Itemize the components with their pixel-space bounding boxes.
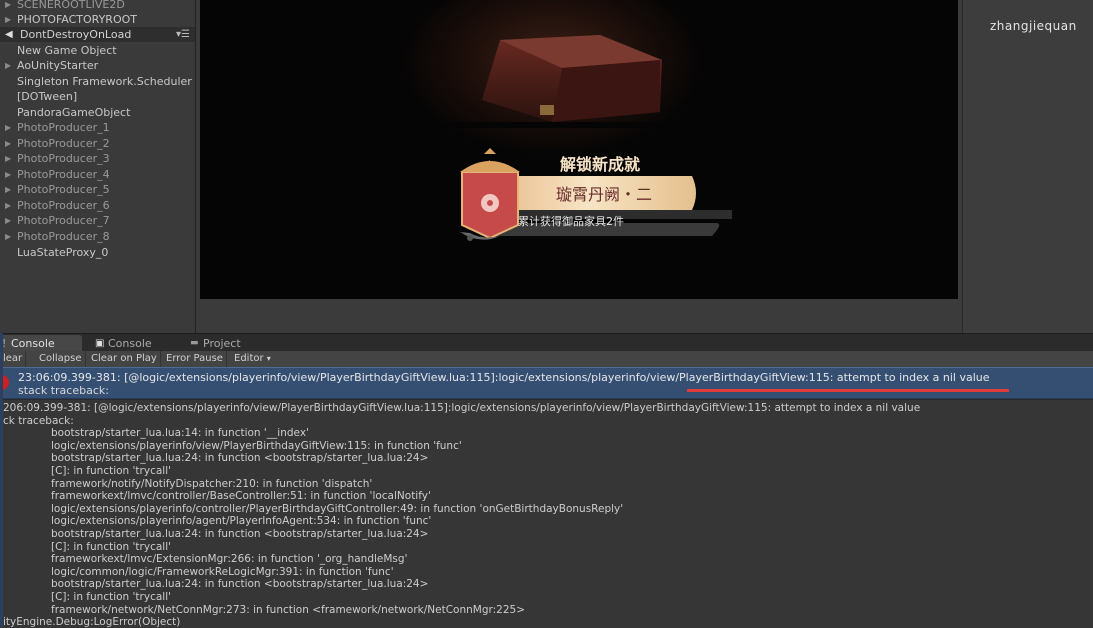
detail-line: framework/notify/NotifyDispatcher:210: i… xyxy=(51,477,373,490)
hierarchy-item-photoproducer-8[interactable]: ▶ PhotoProducer_8 xyxy=(0,229,195,244)
hierarchy-item-photoproducer-1[interactable]: ▶ PhotoProducer_1 xyxy=(0,120,195,135)
detail-line: logic/extensions/playerinfo/agent/Player… xyxy=(51,515,432,528)
hierarchy-item-label: PhotoProducer_7 xyxy=(17,214,110,227)
log-entry-message: 23:06:09.399-381: [@logic/extensions/pla… xyxy=(18,371,990,384)
hierarchy-item-label: PHOTOFACTORYROOT xyxy=(17,13,137,26)
expand-arrow-icon[interactable]: ▶ xyxy=(5,12,11,27)
scene-header[interactable]: ◀ DontDestroyOnLoad ▾☰ xyxy=(0,27,195,42)
hierarchy-item-label: PhotoProducer_5 xyxy=(17,183,110,196)
expand-arrow-icon[interactable]: ▶ xyxy=(5,213,11,228)
hierarchy-item-label: [DOTween] xyxy=(17,90,78,103)
hierarchy-item-photoproducer-7[interactable]: ▶ PhotoProducer_7 xyxy=(0,213,195,228)
hierarchy-item-label: PhotoProducer_4 xyxy=(17,168,110,181)
tab-label: Console xyxy=(11,337,55,350)
tab-console-active[interactable]: ! Console xyxy=(0,335,82,352)
window-edge xyxy=(0,333,3,627)
hierarchy-item-label: PhotoProducer_3 xyxy=(17,152,110,165)
detail-line: frameworkext/lmvc/ExtensionMgr:266: in f… xyxy=(51,553,408,566)
hierarchy-item-pandora[interactable]: PandoraGameObject xyxy=(0,105,195,120)
expand-arrow-icon[interactable]: ▶ xyxy=(5,58,11,73)
hierarchy-item-photoproducer-5[interactable]: ▶ PhotoProducer_5 xyxy=(0,182,195,197)
hierarchy-item-label: PhotoProducer_8 xyxy=(17,230,110,243)
hierarchy-item-label: PhotoProducer_6 xyxy=(17,199,110,212)
tab-console[interactable]: ▣ Console xyxy=(95,335,165,352)
expand-arrow-icon[interactable]: ▶ xyxy=(5,167,11,182)
hierarchy-item-label: SCENEROOTLIVE2D xyxy=(17,0,125,11)
game-view-panel: 解锁新成就 璇霄丹阙・二 累计获得御品家具2件 xyxy=(196,0,962,333)
detail-line: [C]: in function 'trycall' xyxy=(51,540,172,553)
detail-line: framework/network/NetConnMgr:273: in fun… xyxy=(51,603,525,616)
tab-label: Console xyxy=(108,337,152,350)
username-label: zhangjiequan xyxy=(990,19,1077,33)
hierarchy-item-photoproducer-4[interactable]: ▶ PhotoProducer_4 xyxy=(0,167,195,182)
hierarchy-item-photoproducer-6[interactable]: ▶ PhotoProducer_6 xyxy=(0,198,195,213)
bottom-tab-bar: ! Console ▣ Console ▬ Project xyxy=(0,333,1093,352)
detail-line: logic/extensions/playerinfo/view/PlayerB… xyxy=(51,439,462,452)
detail-line: logic/extensions/playerinfo/controller/P… xyxy=(51,502,624,515)
tab-project[interactable]: ▬ Project xyxy=(190,335,260,352)
detail-line: [C]: in function 'trycall' xyxy=(51,591,172,603)
error-pause-button[interactable]: Error Pause xyxy=(163,351,227,367)
detail-line: [C]: in function 'trycall' xyxy=(51,465,172,477)
hierarchy-item-photofactoryroot[interactable]: ▶ PHOTOFACTORYROOT xyxy=(0,12,195,27)
log-entry-traceback: stack traceback: xyxy=(18,384,109,397)
console-icon: ▣ xyxy=(95,338,105,349)
expand-arrow-icon[interactable]: ▶ xyxy=(5,136,11,151)
folder-icon: ▬ xyxy=(190,338,199,348)
expand-arrow-icon[interactable]: ▶ xyxy=(5,229,11,244)
detail-line: bootstrap/starter_lua.lua:24: in functio… xyxy=(51,452,429,465)
hierarchy-item-label: New Game Object xyxy=(17,44,117,57)
collapse-button[interactable]: Collapse xyxy=(36,351,86,367)
achievement-title: 解锁新成就 xyxy=(560,155,640,174)
detail-line: bootstrap/starter_lua.lua:24: in functio… xyxy=(51,578,429,591)
expand-arrow-icon[interactable]: ▶ xyxy=(5,182,11,197)
detail-line: bootstrap/starter_lua.lua:24: in functio… xyxy=(51,528,429,540)
hierarchy-item-label: PandoraGameObject xyxy=(17,106,131,119)
editor-dropdown[interactable]: Editor ▾ xyxy=(231,351,274,367)
achievement-popup: 解锁新成就 璇霄丹阙・二 累计获得御品家具2件 xyxy=(402,0,732,241)
console-detail-pane[interactable]: 206:09.399-381: [@logic/extensions/playe… xyxy=(0,399,1093,628)
expand-arrow-icon[interactable]: ▶ xyxy=(5,0,11,12)
hierarchy-item-label: Singleton Framework.Scheduler xyxy=(17,75,192,88)
tab-label: Project xyxy=(203,337,241,350)
expand-arrow-icon[interactable]: ▶ xyxy=(5,120,11,135)
console-toolbar: lear Collapse Clear on Play Error Pause … xyxy=(0,351,1093,368)
achievement-name: 璇霄丹阙・二 xyxy=(556,185,652,204)
hierarchy-item-label: LuaStateProxy_0 xyxy=(17,246,109,259)
unity-scene-icon: ◀ xyxy=(5,29,13,40)
hierarchy-item-photoproducer-2[interactable]: ▶ PhotoProducer_2 xyxy=(0,136,195,151)
clear-button[interactable]: lear xyxy=(0,351,27,367)
hierarchy-item-label: PhotoProducer_2 xyxy=(17,137,110,150)
selected-log-entry[interactable]: 23:06:09.399-381: [@logic/extensions/pla… xyxy=(0,367,1093,399)
expand-arrow-icon[interactable]: ▶ xyxy=(5,151,11,166)
detail-line: ityEngine.Debug:LogError(Object) xyxy=(3,616,181,628)
hierarchy-item-luastateproxy[interactable]: LuaStateProxy_0 xyxy=(0,245,195,260)
clear-on-play-button[interactable]: Clear on Play xyxy=(88,351,161,367)
hierarchy-panel: ▶ SCENEROOTLIVE2D ▶ PHOTOFACTORYROOT ◀ D… xyxy=(0,0,196,333)
detail-line: logic/common/logic/FrameworkReLogicMgr:3… xyxy=(51,565,394,578)
hierarchy-item-photoproducer-3[interactable]: ▶ PhotoProducer_3 xyxy=(0,151,195,166)
game-viewport[interactable]: 解锁新成就 璇霄丹阙・二 累计获得御品家具2件 xyxy=(200,0,958,299)
expand-arrow-icon[interactable]: ▶ xyxy=(5,198,11,213)
hierarchy-item-label: AoUnityStarter xyxy=(17,59,99,72)
highlight-underline xyxy=(687,389,1009,392)
inspector-panel xyxy=(962,0,1093,333)
hierarchy-item-scenerootlive2d[interactable]: ▶ SCENEROOTLIVE2D xyxy=(0,0,195,12)
hierarchy-item-dotween[interactable]: [DOTween] xyxy=(0,89,195,104)
detail-line: bootstrap/starter_lua.lua:14: in functio… xyxy=(51,427,309,440)
dropdown-arrow-icon: ▾ xyxy=(266,354,271,363)
editor-dropdown-label: Editor xyxy=(234,353,264,364)
hierarchy-item-scheduler[interactable]: Singleton Framework.Scheduler xyxy=(0,74,195,89)
detail-line: 206:09.399-381: [@logic/extensions/playe… xyxy=(3,402,921,414)
hierarchy-item-new-game-object[interactable]: New Game Object xyxy=(0,43,195,58)
scene-name: DontDestroyOnLoad xyxy=(20,28,132,41)
achievement-description: 累计获得御品家具2件 xyxy=(518,214,624,228)
hierarchy-item-label: PhotoProducer_1 xyxy=(17,121,110,134)
console-log-list: 23:06:09.399-381: [@logic/extensions/pla… xyxy=(0,367,1093,399)
detail-line: ck traceback: xyxy=(3,414,74,427)
hierarchy-item-aounitystarter[interactable]: ▶ AoUnityStarter xyxy=(0,58,195,73)
flower-icon xyxy=(481,194,499,212)
detail-line: frameworkext/lmvc/controller/BaseControl… xyxy=(51,490,431,503)
scene-menu-icon[interactable]: ▾☰ xyxy=(176,27,190,42)
